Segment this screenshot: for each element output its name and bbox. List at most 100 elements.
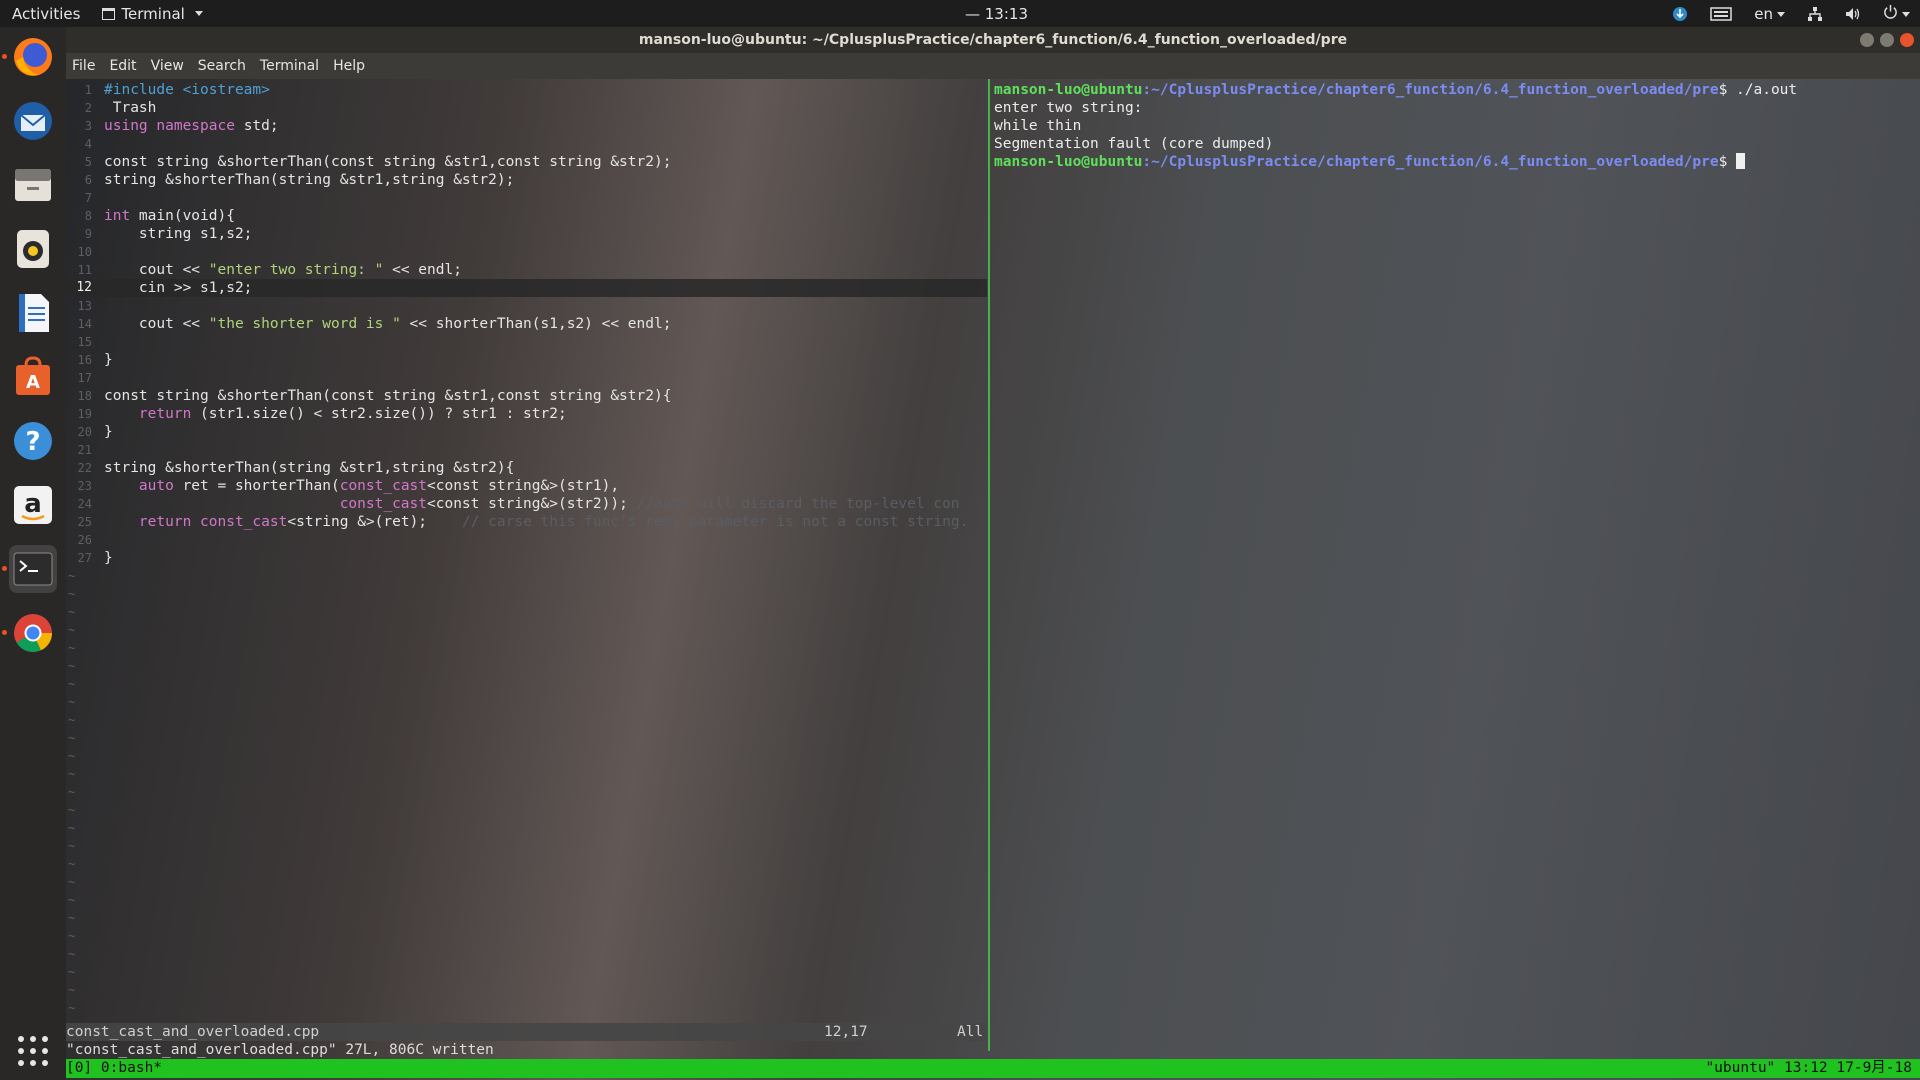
shell-output-line: enter two string: — [994, 100, 1143, 116]
vim-line[interactable]: 25 return const_cast<string &>(ret); // … — [66, 513, 987, 531]
vim-line[interactable]: 10 — [66, 243, 987, 261]
vim-line[interactable]: 27} — [66, 549, 987, 567]
line-number: 19 — [77, 407, 92, 421]
minimize-button[interactable] — [1860, 33, 1874, 47]
vim-empty-line-marker: ~ — [66, 855, 987, 873]
language-selector[interactable]: en — [1754, 5, 1785, 23]
tilde-marker: ~ — [68, 587, 76, 601]
vim-line[interactable]: 9 string s1,s2; — [66, 225, 987, 243]
maximize-button[interactable] — [1880, 33, 1894, 47]
menu-edit[interactable]: Edit — [109, 58, 136, 74]
line-number: 8 — [84, 209, 92, 223]
vim-status-position: 12,17 — [824, 1024, 868, 1040]
show-applications-button[interactable] — [9, 1027, 57, 1075]
line-number: 20 — [77, 425, 92, 439]
tilde-marker: ~ — [68, 569, 76, 583]
tilde-marker: ~ — [68, 1001, 76, 1015]
wired-network-icon[interactable] — [1807, 6, 1823, 22]
vim-pane[interactable]: 1 #include <iostream> 2 Trash 3 using namesp… — [66, 79, 987, 1051]
menu-search[interactable]: Search — [198, 58, 246, 74]
dock-files[interactable] — [9, 161, 57, 209]
chrome-icon — [14, 614, 53, 653]
code-text: cin >> s1,s2; — [104, 280, 253, 296]
menu-view[interactable]: View — [151, 58, 184, 74]
tmux-window-list[interactable]: [0] 0:bash* — [66, 1060, 162, 1076]
window-controls — [1860, 33, 1914, 47]
vim-line[interactable]: 3 using namespace std; — [66, 117, 987, 135]
vim-line[interactable]: 1 #include <iostream> — [66, 81, 987, 99]
line-number: 14 — [77, 317, 92, 331]
thunderbird-icon — [14, 102, 52, 140]
vim-line[interactable]: 2 Trash — [66, 99, 987, 117]
line-number: 15 — [77, 335, 92, 349]
firefox-icon — [14, 38, 52, 76]
vim-empty-line-marker: ~ — [66, 603, 987, 621]
tilde-marker: ~ — [68, 731, 76, 745]
pane-divider[interactable] — [988, 79, 990, 1051]
window-titlebar[interactable]: manson-luo@ubuntu: ~/CplusplusPractice/c… — [66, 27, 1920, 53]
vim-line[interactable]: 7 — [66, 189, 987, 207]
vim-line[interactable]: 4 — [66, 135, 987, 153]
vim-empty-line-marker: ~ — [66, 729, 987, 747]
line-number: 24 — [77, 497, 92, 511]
vim-line[interactable]: 11 cout << "enter two string: " << endl; — [66, 261, 987, 279]
close-button[interactable] — [1900, 33, 1914, 47]
vim-empty-line-marker: ~ — [66, 873, 987, 891]
network-indicator-icon[interactable] — [1672, 6, 1688, 22]
window-title: manson-luo@ubuntu: ~/CplusplusPractice/c… — [638, 32, 1348, 48]
language-label: en — [1754, 4, 1773, 23]
vim-line[interactable]: 17 — [66, 369, 987, 387]
vim-line[interactable]: 14 cout << "the shorter word is " << sho… — [66, 315, 987, 333]
dock-terminal[interactable] — [2, 545, 57, 593]
vim-empty-line-marker: ~ — [66, 837, 987, 855]
vim-status-scroll: All — [957, 1024, 984, 1040]
code-text: cout << "the shorter word is " << shorte… — [104, 316, 672, 332]
menu-terminal[interactable]: Terminal — [260, 58, 319, 74]
vim-line[interactable]: 21 — [66, 441, 987, 459]
shell-prompt-line[interactable]: manson-luo@ubuntu:~/CplusplusPractice/ch… — [994, 153, 1914, 171]
vim-line[interactable]: 18 const string &shorterThan(const string… — [66, 387, 987, 405]
tilde-marker: ~ — [68, 659, 76, 673]
keyboard-icon[interactable] — [1710, 6, 1732, 21]
shell-path: :~/CplusplusPractice/chapter6_function/6… — [1142, 154, 1719, 170]
dock-thunderbird[interactable] — [9, 97, 57, 145]
clock[interactable]: — 13:13 — [965, 5, 1028, 23]
vim-line[interactable]: 22 string &shorterThan(string &str1,strin… — [66, 459, 987, 477]
dock-rhythmbox[interactable] — [9, 225, 57, 273]
code-text: const_cast<const string&>(str2)); //auto… — [339, 496, 960, 512]
vim-line[interactable]: 5 const string &shorterThan(const string … — [66, 153, 987, 171]
dock-libreoffice-writer[interactable] — [9, 289, 57, 337]
volume-icon[interactable] — [1845, 6, 1861, 22]
dock-firefox[interactable] — [2, 33, 57, 81]
vim-line[interactable]: 26 — [66, 531, 987, 549]
app-menu[interactable]: Terminal — [92, 5, 203, 23]
dock-help[interactable]: ? — [9, 417, 57, 465]
vim-line[interactable]: 13 — [66, 297, 987, 315]
vim-line[interactable]: 23 auto ret = shorterThan(const_cast<con… — [66, 477, 987, 495]
dock-chrome[interactable] — [2, 609, 57, 657]
line-number: 21 — [77, 443, 92, 457]
vim-line[interactable]: 8 int main(void){ — [66, 207, 987, 225]
power-menu[interactable] — [1883, 4, 1910, 23]
terminal-body[interactable]: 1 #include <iostream> 2 Trash 3 using namesp… — [66, 79, 1920, 1080]
line-number: 11 — [77, 263, 92, 277]
menu-help[interactable]: Help — [333, 58, 365, 74]
shell-prompt-symbol: $ — [1718, 154, 1737, 170]
help-icon: ? — [14, 422, 52, 460]
tilde-marker: ~ — [68, 947, 76, 961]
vim-line[interactable]: 6 string &shorterThan(string &str1,string… — [66, 171, 987, 189]
line-number: 1 — [84, 83, 92, 97]
vim-line[interactable]: 20} — [66, 423, 987, 441]
activities-button[interactable]: Activities — [0, 5, 92, 23]
vim-line[interactable]: 19 return (str1.size() < str2.size()) ? … — [66, 405, 987, 423]
line-number: 5 — [84, 155, 92, 169]
code-text: using namespace std; — [104, 118, 279, 134]
vim-line[interactable]: 24 const_cast<const string&>(str2)); //a… — [66, 495, 987, 513]
vim-line[interactable]: 15 — [66, 333, 987, 351]
menu-file[interactable]: File — [72, 58, 95, 74]
dock-amazon[interactable]: a — [9, 481, 57, 529]
vim-line[interactable]: 12 cin >> s1,s2; — [66, 279, 987, 297]
vim-line[interactable]: 16} — [66, 351, 987, 369]
dock-ubuntu-software[interactable]: A — [9, 353, 57, 401]
shell-pane[interactable]: manson-luo@ubuntu:~/CplusplusPractice/ch… — [994, 79, 1914, 1051]
